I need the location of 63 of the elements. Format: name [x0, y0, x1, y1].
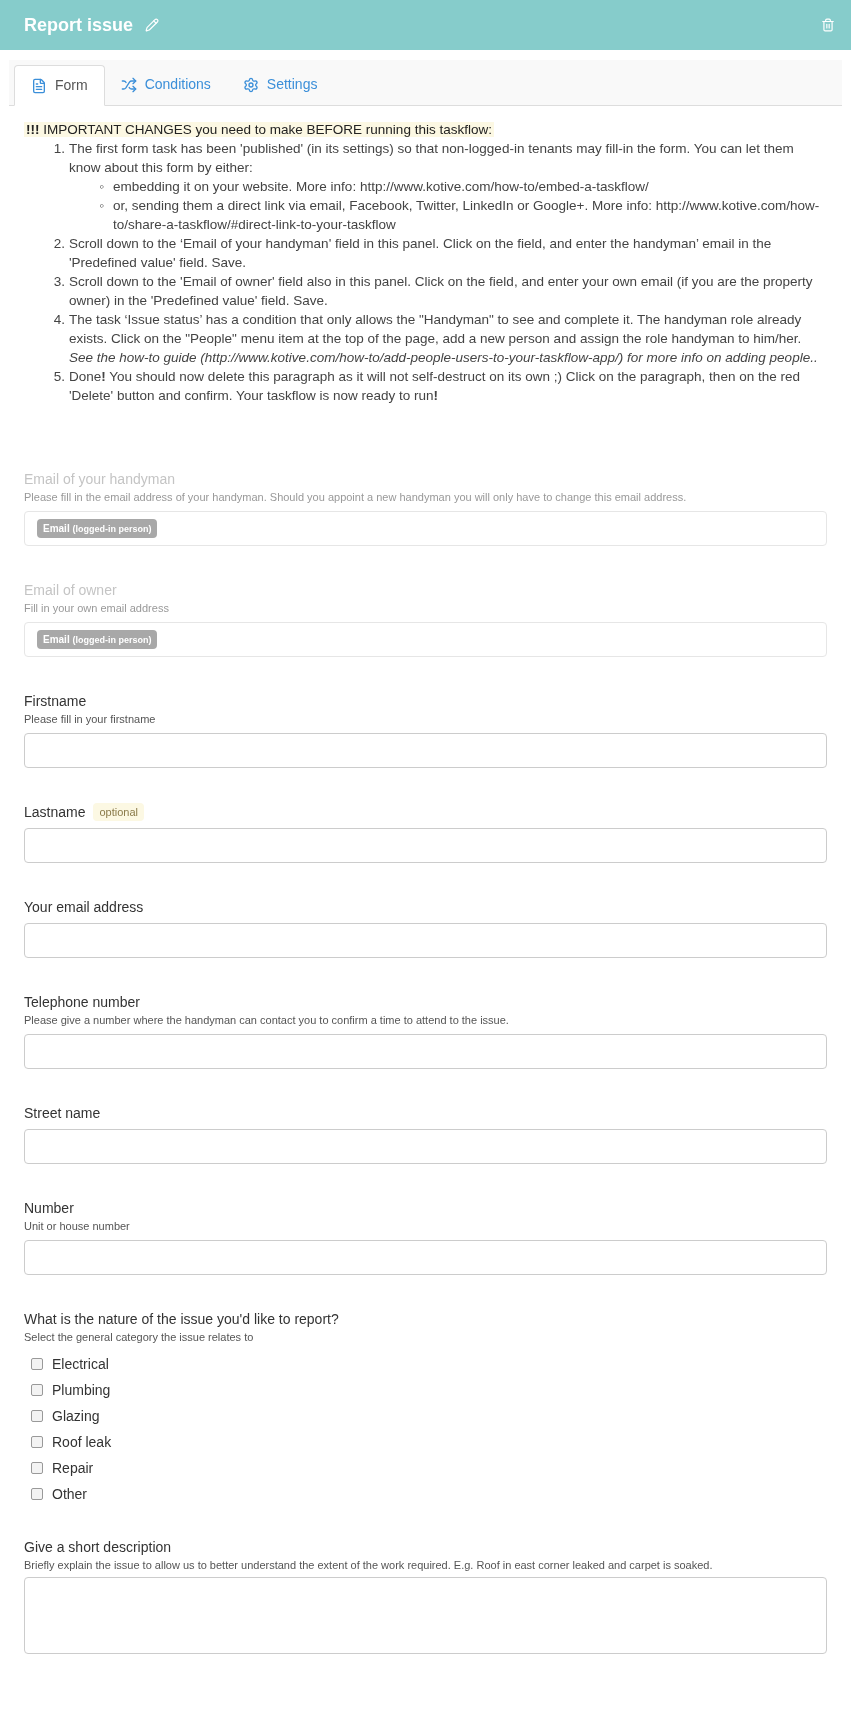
- bullet-marker: ◦: [99, 197, 105, 215]
- list-number: 3.: [52, 273, 66, 291]
- shuffle-icon: [120, 76, 137, 93]
- checkbox[interactable]: [31, 1488, 43, 1500]
- list-number: 1.: [52, 140, 66, 158]
- field-hint: Select the general category the issue relates to: [24, 1330, 255, 1345]
- field-label: What is the nature of the issue you'd like to report?: [24, 1309, 339, 1329]
- instruction-substep: embedding it on your website. More info: http://www.kotive.com/how-to/embed-a-taskflow/: [113, 178, 649, 196]
- instruction-step: The task ‘Issue status’ has a condition that only allows the "Handyman" to see and complete it. The handyman role already exists. Click on the "People" menu item at the top of the page, add a new person and assign the role handyman to him/her. See the how-to guide (http://www.kotive.com/how-to/add-people-users-to-your-taskflow-app/) for more info on adding people..: [69, 312, 818, 365]
- checkbox[interactable]: [31, 1410, 43, 1422]
- text-area[interactable]: [24, 1577, 827, 1654]
- checkbox[interactable]: [31, 1384, 43, 1396]
- field-hint: Briefly explain the issue to allow us to better understand the extent of the work required. E.g. Roof in east corner leaked and carpet is soaked.: [24, 1558, 714, 1573]
- page-title: Report issue: [24, 13, 134, 37]
- field-label: Number: [24, 1198, 74, 1218]
- checkbox-label: Glazing: [52, 1406, 100, 1426]
- list-number: 4.: [52, 311, 66, 329]
- checkbox[interactable]: [31, 1462, 43, 1474]
- input-field[interactable]: [24, 1129, 827, 1164]
- instruction-step: Scroll down to the ‘Email of your handyman' field in this panel. Click on the field, and enter the handyman’ email in the 'Predefined value' field. Save.: [69, 236, 772, 270]
- document-icon: [31, 77, 47, 94]
- field-label: Street name: [24, 1103, 101, 1123]
- field-label: Your email address: [24, 897, 144, 917]
- field-label: Lastname: [24, 802, 86, 822]
- optional-badge: optional: [93, 802, 145, 822]
- input-field[interactable]: [24, 1034, 827, 1069]
- tab[interactable]: Settings: [226, 64, 334, 105]
- field-hint: Please give a number where the handyman can contact you to confirm a time to attend to the issue.: [24, 1013, 510, 1028]
- checkbox-label: Other: [52, 1484, 87, 1504]
- settings-icon: [242, 76, 259, 93]
- checkbox[interactable]: [31, 1436, 43, 1448]
- checkbox-label: Electrical: [52, 1354, 109, 1374]
- list-number: 5.: [52, 368, 66, 386]
- edit-icon[interactable]: [145, 18, 160, 32]
- checkbox[interactable]: [31, 1358, 43, 1370]
- checkbox-label: Repair: [52, 1458, 94, 1478]
- instruction-step: Scroll down to the 'Email of owner' field also in this panel. Click on the field, and enter your own email (if you are the property owner) in the 'Predefined value' field. Save.: [69, 274, 813, 308]
- bullet-marker: ◦: [99, 178, 105, 196]
- instruction-step: Done! You should now delete this paragraph as it will not self-destruct on its own ;) Click on the paragraph, then on the red 'Delete' button and confirm. Your taskflow is now ready to run!: [69, 369, 800, 403]
- token-tag: Email (logged-in person): [37, 629, 158, 650]
- input-field[interactable]: [24, 828, 827, 863]
- tab[interactable]: Form: [14, 65, 105, 106]
- field-hint: Unit or house number: [24, 1219, 131, 1234]
- field-label: Give a short description: [24, 1537, 172, 1557]
- field-label: Telephone number: [24, 992, 140, 1012]
- input-field[interactable]: [24, 923, 827, 958]
- token-tag: Email (logged-in person): [37, 518, 158, 539]
- notice-heading: !!! IMPORTANT CHANGES you need to make BEFORE running this taskflow:: [24, 122, 494, 137]
- checkbox-label: Roof leak: [52, 1432, 112, 1452]
- field-label: Email of owner: [24, 580, 117, 600]
- field-label: Firstname: [24, 691, 87, 711]
- delete-icon[interactable]: [821, 18, 835, 32]
- field-hint: Please fill in the email address of your handyman. Should you appoint a new handyman you will only have to change this email address.: [24, 490, 688, 505]
- field-hint: Please fill in your firstname: [24, 712, 157, 727]
- checkbox-label: Plumbing: [52, 1380, 111, 1400]
- input-field[interactable]: [24, 733, 827, 768]
- input-field[interactable]: [24, 1240, 827, 1275]
- tab[interactable]: Conditions: [104, 64, 227, 105]
- field-hint: Fill in your own email address: [24, 601, 170, 616]
- field-label: Email of your handyman: [24, 469, 175, 489]
- instruction-substep: or, sending them a direct link via email, Facebook, Twitter, LinkedIn or Google+. More info: http://www.kotive.com/how-to/share-a-taskflow/#direct-link-to-your-taskflow: [113, 197, 821, 234]
- list-number: 2.: [52, 235, 66, 253]
- instruction-step: The first form task has been 'published' (in its settings) so that non-logged-in tenants may fill-in the form. You can let them know about this form by either:: [69, 141, 794, 175]
